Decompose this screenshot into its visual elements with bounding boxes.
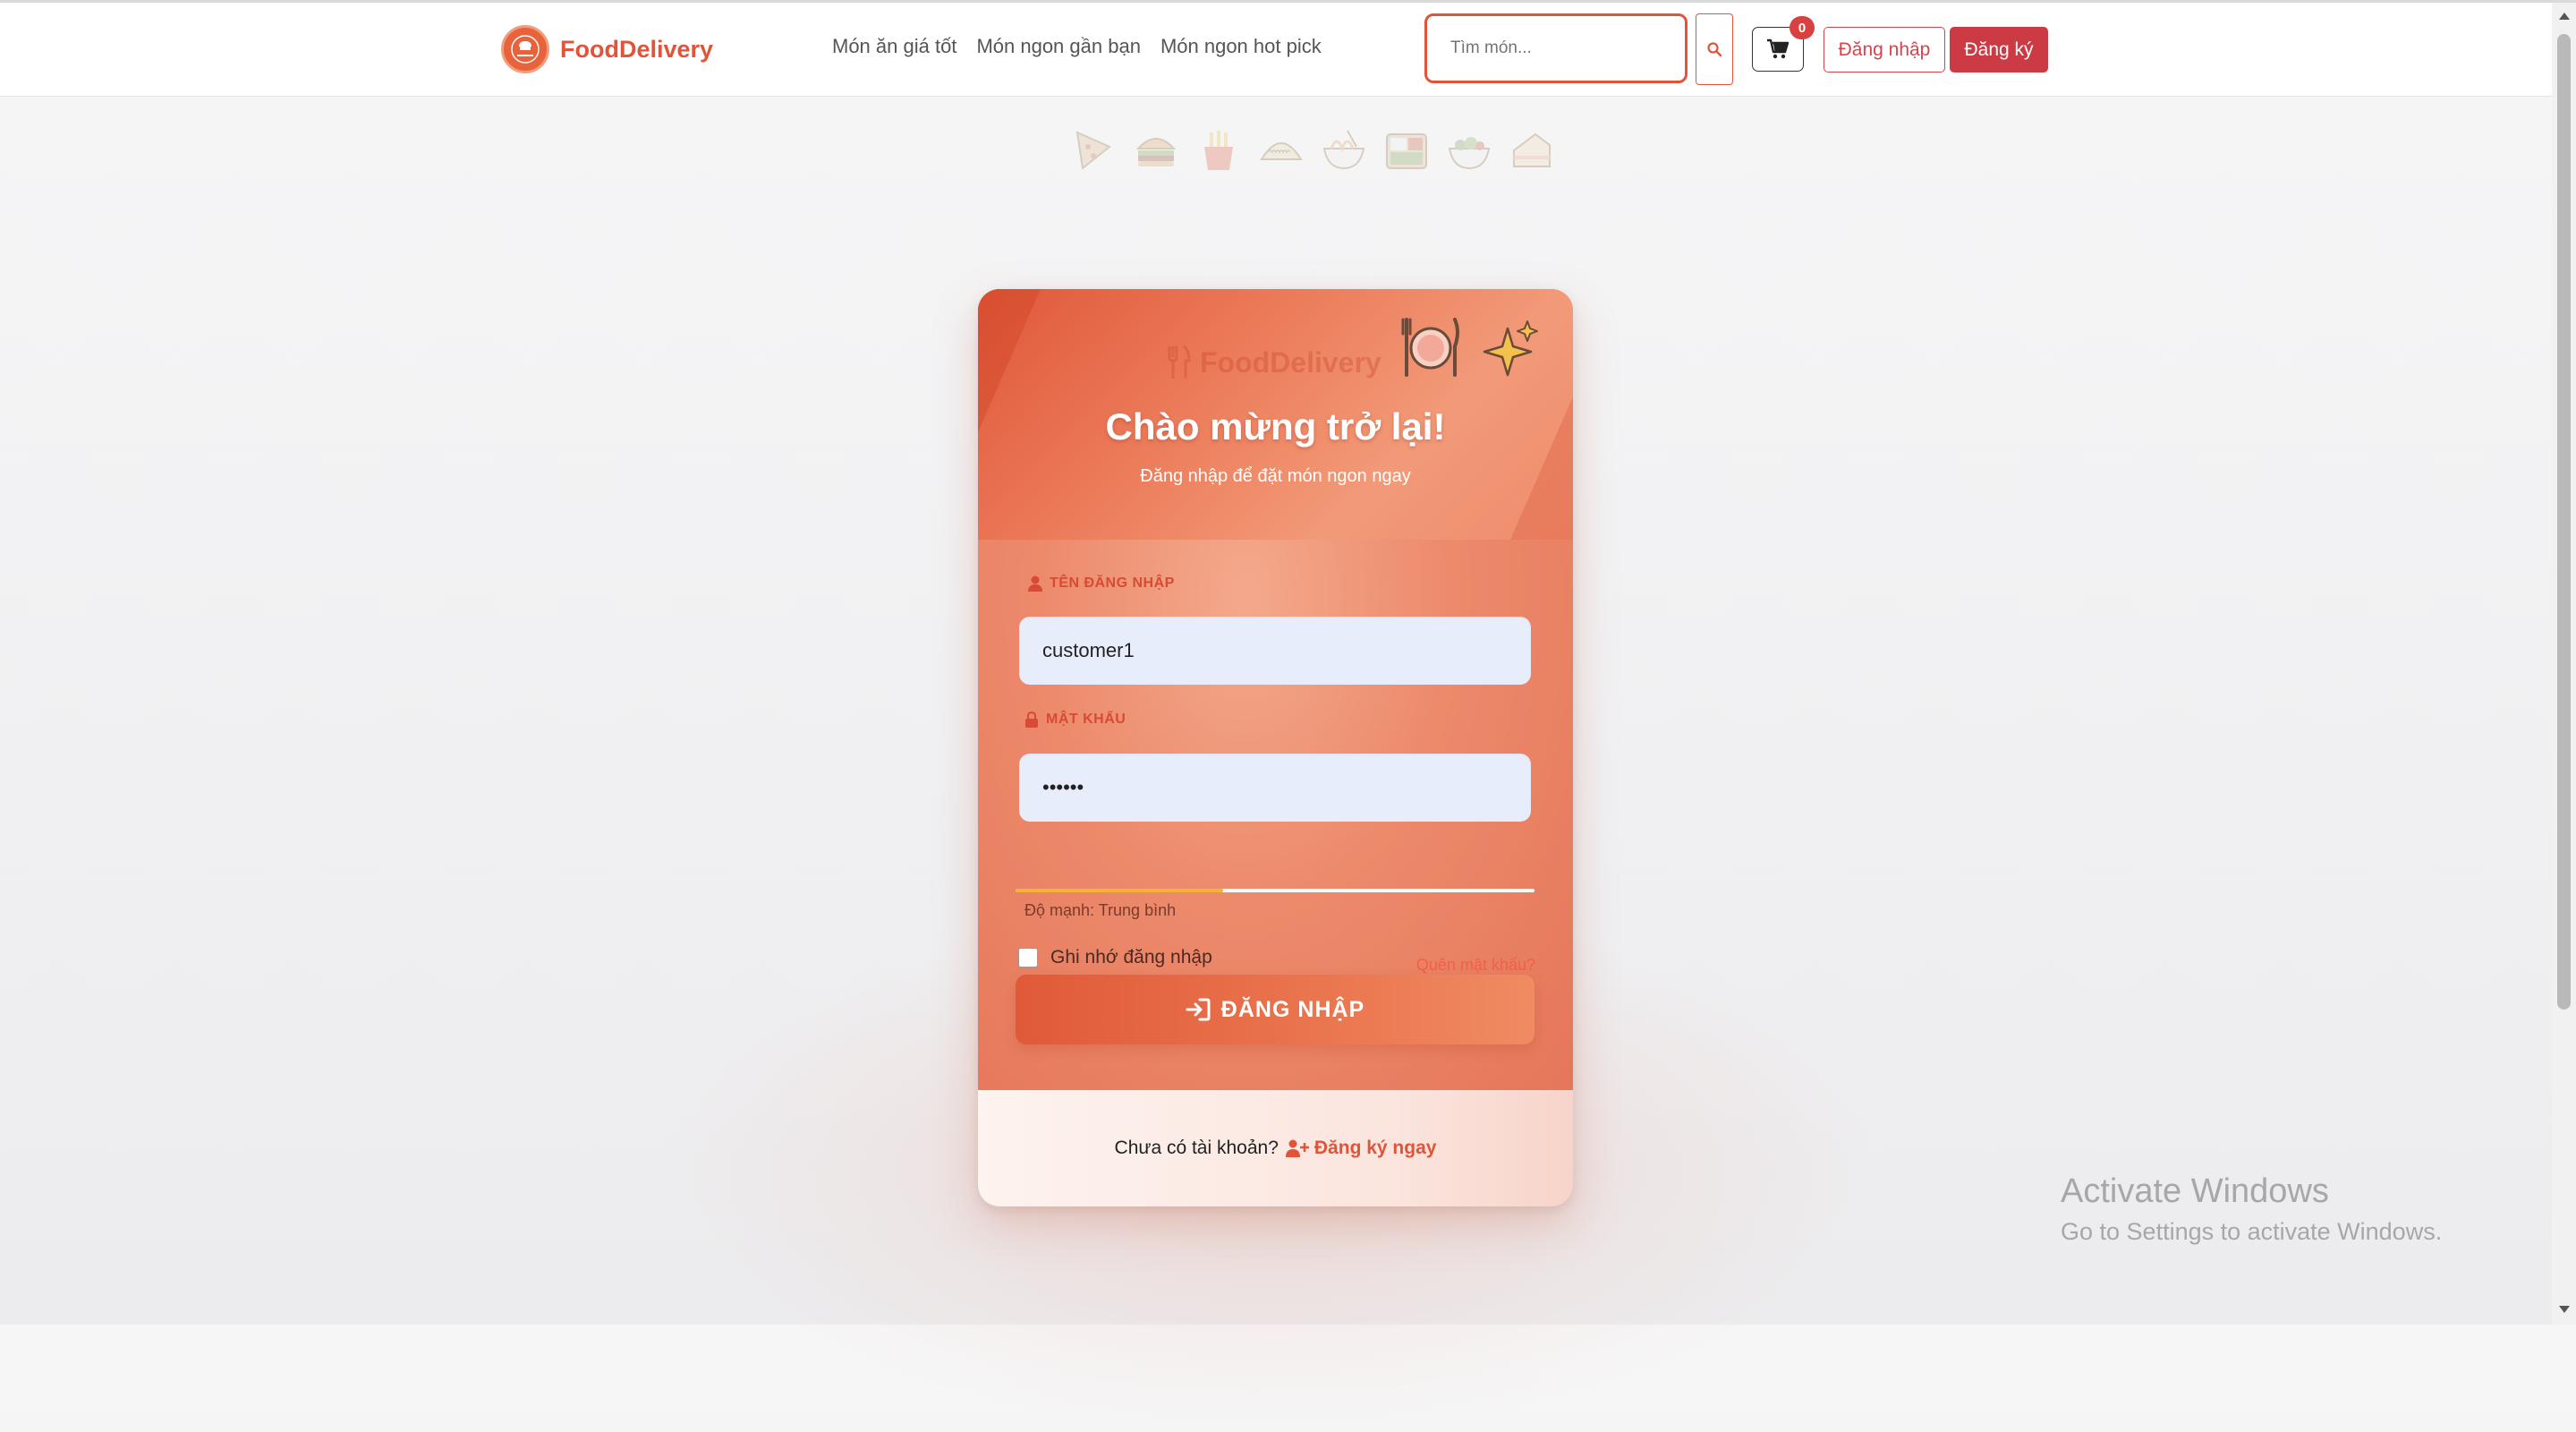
cart-icon [1767,38,1790,59]
no-account-text: Chưa có tài khoản? [1114,1138,1279,1158]
card-subtitle: Đăng nhập để đặt món ngon ngay [1140,466,1411,486]
noodle-bowl-icon [1322,130,1365,170]
nav-link-deals[interactable]: Món ăn giá tốt [832,35,956,58]
card-watermark: FoodDelivery [1166,345,1382,380]
password-strength-fill [1016,889,1223,892]
card-footer: Chưa có tài khoản? Đăng ký ngay [978,1090,1573,1206]
card-title: Chào mừng trở lại! [1105,405,1446,448]
login-submit-label: ĐĂNG NHẬP [1220,996,1365,1022]
user-icon [1028,575,1042,592]
user-plus-icon [1285,1139,1309,1157]
plate-cutlery-icon [1401,318,1459,377]
burger-icon [1135,138,1177,166]
remember-me[interactable]: Ghi nhớ đăng nhập [1018,947,1212,968]
password-strength-text: Độ mạnh: Trung bình [1024,901,1177,919]
brand-link[interactable]: FoodDelivery [501,24,713,74]
remember-checkbox[interactable] [1018,948,1038,967]
remember-label: Ghi nhớ đăng nhập [1050,947,1212,967]
activate-windows-watermark: Activate Windows Go to Settings to activ… [2061,1172,2442,1246]
bento-icon [1386,133,1427,169]
register-now-label: Đăng ký ngay [1314,1138,1437,1158]
food-icons-decor [1070,127,1555,174]
username-input[interactable] [1019,617,1531,685]
scroll-up-arrow-icon[interactable] [2557,9,2571,22]
sign-in-icon [1186,998,1211,1021]
activate-windows-subtitle: Go to Settings to activate Windows. [2061,1218,2443,1245]
register-now-link[interactable]: Đăng ký ngay [1285,1138,1437,1159]
register-button[interactable]: Đăng ký [1950,27,2048,72]
sparkles-icon [1483,320,1538,377]
pizza-slice-icon [1075,131,1111,170]
username-label: TÊN ĐĂNG NHẬP [1028,575,1175,592]
login-card: FoodDelivery Chào mừng trở lại! Đăng nhậ… [978,289,1573,1206]
main-nav: Món ăn giá tốt Món ngon gần bạn Món ngon… [832,35,1322,58]
cake-icon [1513,132,1551,167]
forgot-password-link[interactable]: Quên mật khẩu? [1416,956,1535,975]
salad-bowl-icon [1448,137,1491,170]
lock-icon [1025,712,1038,728]
chef-logo-icon [501,25,549,73]
username-label-text: TÊN ĐĂNG NHẬP [1050,575,1175,591]
scrollbar-thumb[interactable] [2557,34,2571,1010]
activate-windows-title: Activate Windows [2061,1172,2329,1210]
card-header: FoodDelivery Chào mừng trở lại! Đăng nhậ… [978,289,1573,540]
scroll-down-arrow-icon[interactable] [2557,1302,2571,1316]
dumpling-icon [1260,142,1303,160]
fries-icon [1204,131,1233,170]
fork-knife-icon [1168,345,1191,379]
password-label: MẬT KHẨU [1024,712,1126,728]
search-input[interactable] [1424,13,1688,83]
password-input[interactable] [1019,754,1531,822]
card-watermark-text: FoodDelivery [1200,345,1382,379]
nav-link-nearby[interactable]: Món ngon gần bạn [976,35,1141,58]
search-icon [1707,42,1722,57]
login-button[interactable]: Đăng nhập [1824,27,1945,72]
nav-link-hot-pick[interactable]: Món ngon hot pick [1160,35,1322,58]
search-button[interactable] [1696,13,1733,85]
brand-name: FoodDelivery [560,35,714,63]
cart-count-badge: 0 [1790,16,1815,39]
navbar: FoodDelivery Món ăn giá tốt Món ngon gần… [0,3,2552,97]
login-submit-button[interactable]: ĐĂNG NHẬP [1016,975,1535,1044]
password-label-text: MẬT KHẨU [1046,712,1126,727]
